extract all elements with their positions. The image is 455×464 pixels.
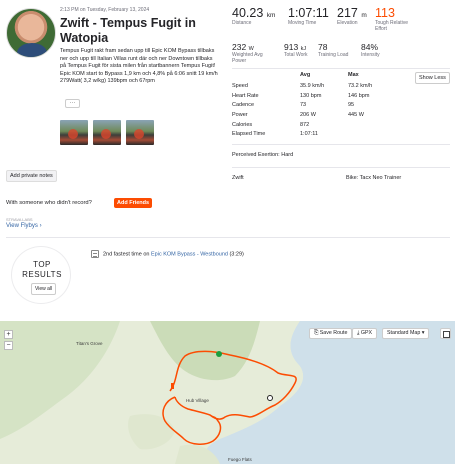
stat-total-work: 913 kJ Total Work <box>284 42 308 58</box>
stat-relative-effort[interactable]: 113 Tough Relative Effort <box>375 6 415 32</box>
moving-time-value: 1:07:11 <box>288 6 329 20</box>
stat-moving-time: 1:07:11 Moving Time <box>288 6 329 26</box>
avatar[interactable] <box>6 8 56 58</box>
device-name: Zwift <box>232 175 244 181</box>
row-label: Power <box>232 112 248 118</box>
add-private-notes-button[interactable]: Add private notes <box>6 170 57 182</box>
row-avg: 73 <box>300 102 307 108</box>
bike-name: Bike: Tacx Neo Trainer <box>346 175 402 181</box>
divider <box>232 68 450 69</box>
show-less-button[interactable]: Show Less <box>415 72 450 84</box>
start-marker <box>216 351 222 357</box>
row-avg: 206 W <box>300 112 316 118</box>
row-max: 95 <box>348 102 355 108</box>
intensity-label: Intensity <box>361 52 380 58</box>
achievement-text: 2nd fastest time on <box>103 251 151 258</box>
save-route-label: Save Route <box>319 330 348 336</box>
row-max: 146 bpm <box>348 93 370 99</box>
weighted-power-value: 232 <box>232 42 247 52</box>
perceived-exertion: Perceived Exertion: Hard <box>232 152 294 158</box>
activity-title: Zwift - Tempus Fugit in Watopia <box>60 16 196 45</box>
stat-weighted-power: 232 W Weighted Avg Power <box>232 42 272 64</box>
segment-link[interactable]: Epic KOM Bypass - Westbound <box>151 251 228 257</box>
stat-training-load: 78 Training Load <box>318 42 348 58</box>
distance-value: 40.23 <box>232 6 264 20</box>
achievement-row: 2nd fastest time on Epic KOM Bypass - We… <box>91 250 244 258</box>
distance-label: Distance <box>232 20 252 26</box>
save-route-button[interactable]: ⎘ Save Route <box>309 328 353 339</box>
row-avg: 872 <box>300 122 310 128</box>
stat-distance: 40.23 km Distance <box>232 6 275 26</box>
row-avg: 1:07:11 <box>300 131 318 137</box>
total-work-value: 913 <box>284 42 299 52</box>
elevation-value: 217 <box>337 6 358 20</box>
stat-elevation: 217 m Elevation <box>337 6 367 26</box>
fullscreen-icon[interactable] <box>440 328 451 339</box>
table-header-max: Max <box>348 72 359 78</box>
zoom-in-button[interactable]: + <box>4 330 13 339</box>
weighted-power-label: Weighted Avg Power <box>232 52 263 64</box>
map-canvas <box>0 321 455 464</box>
training-load-value: 78 <box>318 42 328 52</box>
row-max: 445 W <box>348 112 364 118</box>
training-load-label: Training Load <box>318 52 349 58</box>
photo-thumbnails <box>60 120 154 145</box>
gpx-label: GPX <box>360 330 373 336</box>
intensity-value: 84% <box>361 42 379 52</box>
map-label-titans-grove: Titan's Grove <box>76 341 103 346</box>
row-avg: 130 bpm <box>300 93 322 99</box>
row-avg: 35.9 km/h <box>300 83 325 89</box>
table-header-avg: Avg <box>300 72 311 78</box>
activity-description: Tempus Fugit rakt fram sedan upp till Ep… <box>60 48 218 84</box>
row-label: Elapsed Time <box>232 131 266 137</box>
elevation-unit: m <box>361 12 367 19</box>
activity-date: 2:13 PM on Tuesday, February 13, 2024 <box>60 7 150 13</box>
row-label: Speed <box>232 83 248 89</box>
elevation-label: Elevation <box>337 20 358 26</box>
segment-icon <box>91 250 99 258</box>
finish-marker <box>267 395 273 401</box>
zoom-out-button[interactable]: − <box>4 341 13 350</box>
photo-thumbnail[interactable] <box>93 120 121 145</box>
relative-effort-value: 113 <box>375 6 395 20</box>
photo-thumbnail[interactable] <box>126 120 154 145</box>
row-max: 73.2 km/h <box>348 83 373 89</box>
row-label: Calories <box>232 122 253 128</box>
add-friends-button[interactable]: Add Friends <box>114 198 153 208</box>
divider <box>232 144 450 145</box>
top-results-title: TOP <box>33 260 51 269</box>
with-someone-text: With someone who didn't record? <box>6 200 92 206</box>
segment-marker <box>171 383 174 389</box>
stat-intensity: 84% Intensity <box>361 42 380 58</box>
view-all-button[interactable]: View all <box>31 283 57 295</box>
section-divider <box>6 237 450 238</box>
strava-labs-label: STRAVA LABS <box>6 217 33 222</box>
photo-thumbnail[interactable] <box>60 120 88 145</box>
map-label-hub-village: Hub Village <box>186 398 209 403</box>
top-results-subtitle: RESULTS <box>22 270 62 279</box>
moving-time-label: Moving Time <box>288 20 317 26</box>
view-flybys-link[interactable]: View Flybys › <box>6 223 42 229</box>
more-button[interactable]: ··· <box>65 99 80 108</box>
total-work-label: Total Work <box>284 52 308 58</box>
map-label-fuego-flats: Fuego Flats <box>228 457 252 462</box>
divider <box>232 167 450 168</box>
route-map[interactable]: + − ⎘ Save Route ⤓ GPX Standard Map ▾ Hu… <box>0 321 455 464</box>
distance-unit: km <box>266 12 276 19</box>
map-style-select[interactable]: Standard Map ▾ <box>382 328 430 339</box>
top-results-badge: TOP RESULTS View all <box>11 246 71 304</box>
row-label: Heart Rate <box>232 93 259 99</box>
segment-time: (3:29) <box>227 251 244 258</box>
gpx-button[interactable]: ⤓ GPX <box>352 328 378 339</box>
row-label: Cadence <box>232 102 255 108</box>
relative-effort-label: Tough Relative Effort <box>375 20 409 32</box>
